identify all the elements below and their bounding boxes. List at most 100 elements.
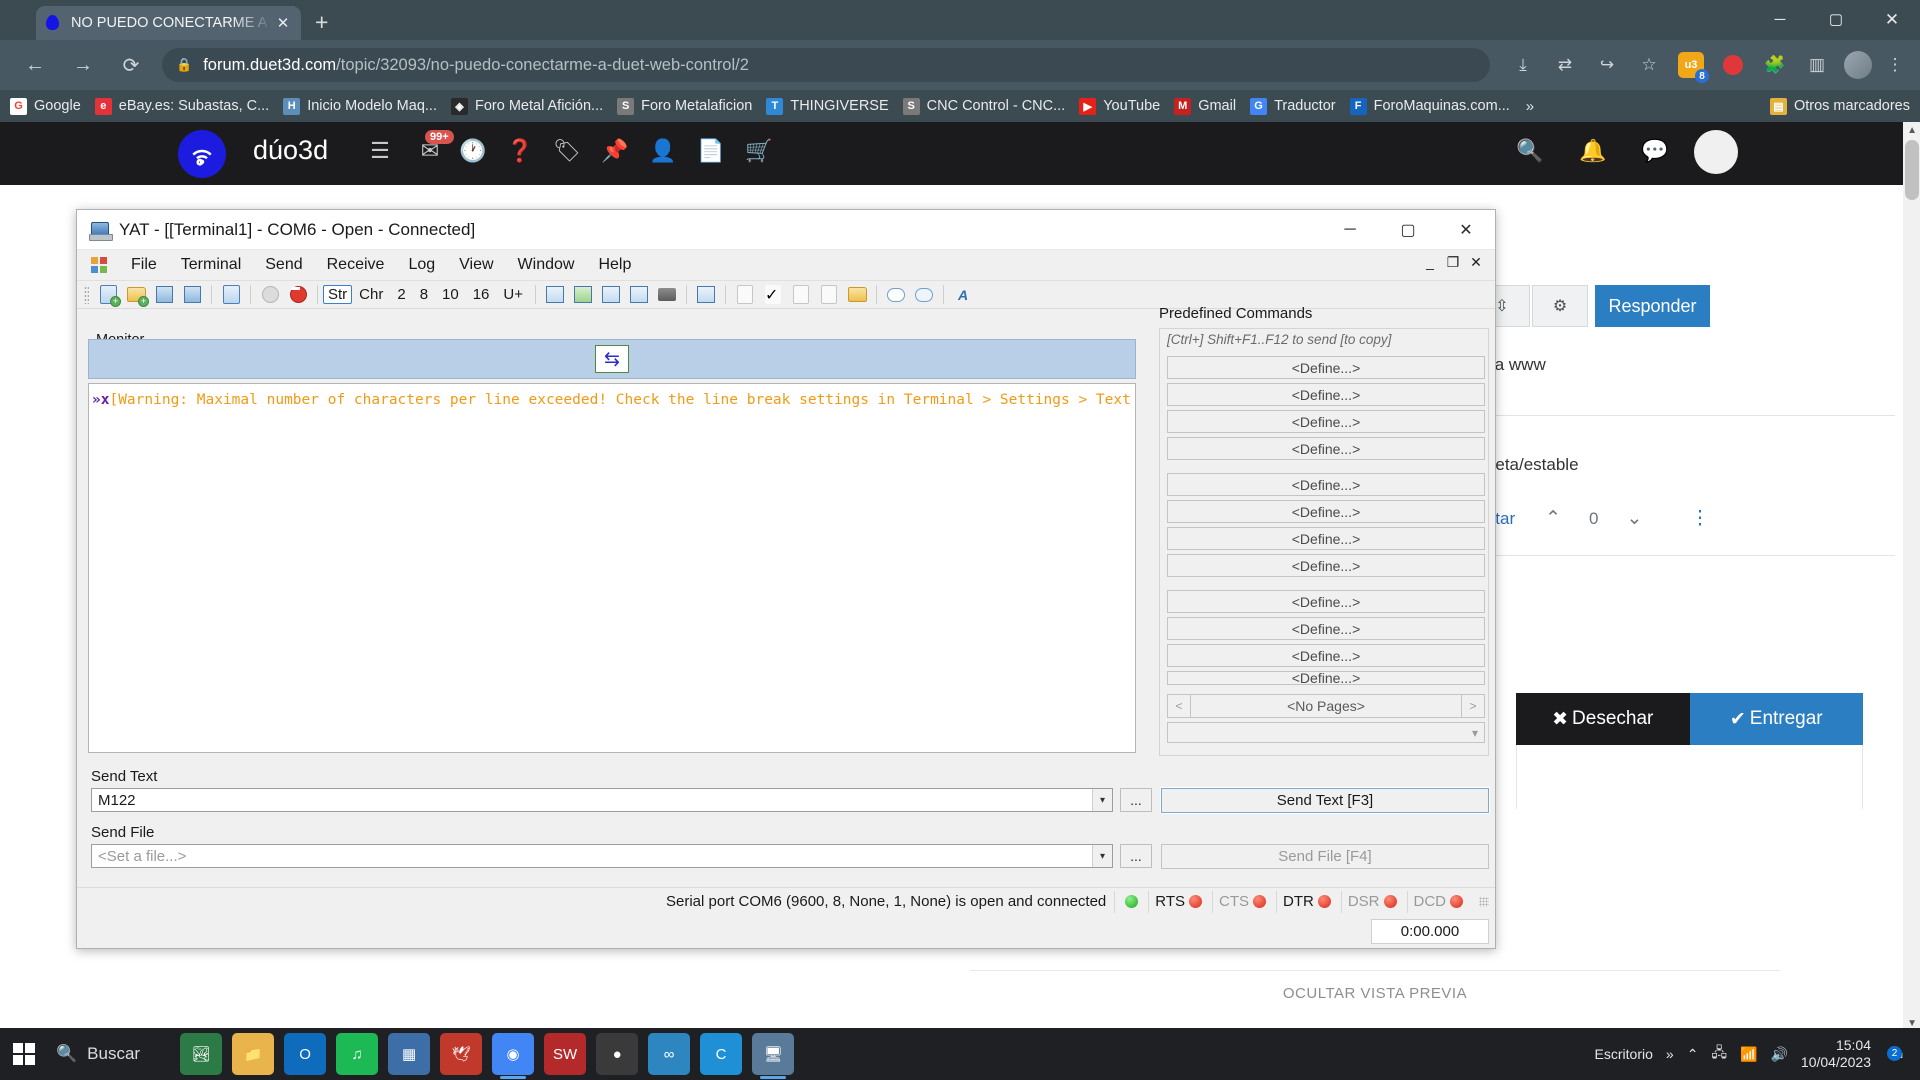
cart-icon[interactable]: 🛒 bbox=[744, 138, 774, 164]
media-app[interactable]: ● bbox=[596, 1033, 639, 1075]
calculator-app[interactable]: ▦ bbox=[388, 1033, 431, 1075]
menu-view[interactable]: View bbox=[447, 256, 505, 274]
predefined-button-10[interactable]: <Define...> bbox=[1167, 617, 1485, 640]
scroll-thumb[interactable] bbox=[1905, 140, 1919, 200]
mdi-minimize-button[interactable]: _ bbox=[1419, 254, 1441, 270]
radix-oct-button[interactable]: 8 bbox=[413, 286, 435, 303]
toolbar-grip[interactable] bbox=[84, 285, 89, 304]
taskbar-clock[interactable]: 15:04 10/04/2023 bbox=[1801, 1037, 1871, 1072]
user-avatar[interactable] bbox=[1694, 130, 1738, 174]
bookmark-item[interactable]: G Google bbox=[10, 97, 81, 115]
send-file-button[interactable]: Send File [F4] bbox=[1161, 844, 1489, 869]
send-text-input[interactable]: M122 ▾ bbox=[91, 788, 1113, 812]
browser-tab[interactable]: NO PUEDO CONECTARME A DUET ✕ bbox=[36, 6, 301, 40]
predefined-button-6[interactable]: <Define...> bbox=[1167, 500, 1485, 523]
post-more-icon[interactable]: ⋮ bbox=[1690, 507, 1709, 530]
menu-list-icon[interactable]: ☰ bbox=[365, 138, 395, 164]
notifications-bell-icon[interactable]: 🔔 bbox=[1578, 138, 1608, 164]
radix-hex-button[interactable]: 16 bbox=[466, 286, 497, 303]
send-file-dropdown-icon[interactable]: ▾ bbox=[1092, 845, 1112, 867]
menu-terminal[interactable]: Terminal bbox=[169, 256, 253, 274]
mdi-restore-button[interactable]: ❐ bbox=[1442, 254, 1464, 271]
tag-icon[interactable]: 🏷 bbox=[552, 138, 582, 164]
bookmark-item[interactable]: e eBay.es: Subastas, C... bbox=[94, 97, 269, 115]
record-extension-icon[interactable] bbox=[1714, 46, 1752, 84]
stop-icon[interactable] bbox=[285, 283, 311, 307]
send-file-browse-button[interactable]: ... bbox=[1120, 844, 1152, 868]
extension-badge-icon[interactable]: u3 8 bbox=[1672, 46, 1710, 84]
radix-char-button[interactable]: Chr bbox=[352, 286, 390, 303]
menu-send[interactable]: Send bbox=[253, 256, 314, 274]
bookmarks-overflow-icon[interactable]: » bbox=[1526, 98, 1534, 115]
chat-icon[interactable]: 💬 bbox=[1640, 138, 1670, 164]
solidworks-app[interactable]: SW bbox=[544, 1033, 587, 1075]
browser-maximize-button[interactable]: ▢ bbox=[1808, 0, 1864, 40]
profile-avatar[interactable] bbox=[1844, 51, 1872, 79]
tab-close-icon[interactable]: ✕ bbox=[273, 14, 293, 32]
chevron-up-icon[interactable]: ⌃ bbox=[1687, 1046, 1699, 1063]
open-terminal-icon[interactable]: + bbox=[123, 283, 149, 307]
link-app[interactable]: ∞ bbox=[648, 1033, 691, 1075]
menu-log[interactable]: Log bbox=[396, 256, 447, 274]
topic-settings-button[interactable]: ⚙ bbox=[1532, 285, 1588, 327]
puzzle-extensions-icon[interactable]: 🧩 bbox=[1756, 46, 1794, 84]
bookmark-item[interactable]: T THINGIVERSE bbox=[766, 97, 889, 115]
bookmark-item[interactable]: S CNC Control - CNC... bbox=[902, 97, 1065, 115]
print-icon[interactable] bbox=[654, 283, 680, 307]
outlook-app[interactable]: O bbox=[284, 1033, 327, 1075]
send-comment-icon[interactable] bbox=[911, 283, 937, 307]
bookmark-star-icon[interactable]: ☆ bbox=[1630, 46, 1668, 84]
bookmark-item[interactable]: G Traductor bbox=[1250, 97, 1336, 115]
yat-title-bar[interactable]: YAT - [[Terminal1] - COM6 - Open - Conne… bbox=[77, 210, 1495, 250]
send-file-input[interactable]: <Set a file...> ▾ bbox=[91, 844, 1113, 868]
bookmark-item[interactable]: ◈ Foro Metal Afición... bbox=[450, 97, 603, 115]
yat-app[interactable]: 🖥 bbox=[752, 1033, 795, 1079]
side-panel-icon[interactable]: ▥ bbox=[1798, 46, 1836, 84]
browser-minimize-button[interactable]: ─ bbox=[1752, 0, 1808, 40]
save-terminal-as-icon[interactable] bbox=[179, 283, 205, 307]
predefined-prev-page-button[interactable]: < bbox=[1167, 694, 1191, 718]
save-table-icon[interactable] bbox=[626, 283, 652, 307]
save-terminal-icon[interactable] bbox=[151, 283, 177, 307]
photos-app[interactable]: 🏞 bbox=[180, 1033, 223, 1075]
start-button[interactable] bbox=[0, 1028, 48, 1080]
menu-file[interactable]: File bbox=[119, 256, 169, 274]
font-icon[interactable]: A bbox=[950, 283, 976, 307]
hide-preview-bar[interactable]: OCULTAR VISTA PREVIA bbox=[970, 970, 1780, 1016]
status-dtr[interactable]: DTR bbox=[1276, 890, 1341, 913]
bookmark-item[interactable]: M Gmail bbox=[1174, 97, 1236, 115]
browser-close-button[interactable]: ✕ bbox=[1864, 0, 1920, 40]
network-icon[interactable]: 🖧 bbox=[1711, 1042, 1727, 1066]
forward-icon[interactable]: → bbox=[64, 46, 102, 84]
reply-button[interactable]: Responder bbox=[1595, 285, 1710, 327]
help-icon[interactable]: ❓ bbox=[505, 138, 535, 164]
radix-string-button[interactable]: Str bbox=[323, 285, 353, 304]
radix-unicode-button[interactable]: U+ bbox=[496, 286, 530, 303]
chrome-app[interactable]: ◉ bbox=[492, 1033, 535, 1079]
duet3d-logo-icon[interactable] bbox=[178, 130, 226, 178]
translate-icon[interactable]: ⇄ bbox=[1546, 46, 1584, 84]
spotify-app[interactable]: ♫ bbox=[336, 1033, 379, 1075]
vote-down-icon[interactable]: ⌄ bbox=[1627, 507, 1643, 530]
predefined-next-page-button[interactable]: > bbox=[1461, 694, 1485, 718]
predefined-button-12[interactable]: <Define...> bbox=[1167, 671, 1485, 685]
refresh-table-icon[interactable] bbox=[570, 283, 596, 307]
predefined-button-5[interactable]: <Define...> bbox=[1167, 473, 1485, 496]
page-scrollbar[interactable]: ▲ ▼ bbox=[1903, 122, 1920, 1032]
discard-button[interactable]: ✖ Desechar bbox=[1516, 693, 1690, 745]
doc-icon[interactable]: 📄 bbox=[696, 138, 726, 164]
search-icon[interactable]: 🔍 bbox=[1515, 138, 1545, 164]
download-icon[interactable]: ⤓ bbox=[1504, 46, 1542, 84]
find-icon[interactable] bbox=[693, 283, 719, 307]
menu-receive[interactable]: Receive bbox=[315, 256, 397, 274]
send-text-browse-button[interactable]: ... bbox=[1120, 788, 1152, 812]
predefined-button-7[interactable]: <Define...> bbox=[1167, 527, 1485, 550]
pin-icon[interactable]: 📌 bbox=[600, 138, 630, 164]
swap-direction-icon[interactable]: ⇆ bbox=[595, 345, 629, 373]
confirm-icon[interactable]: ✓ bbox=[760, 283, 786, 307]
bookmark-item[interactable]: F ForoMaquinas.com... bbox=[1349, 97, 1510, 115]
volume-icon[interactable]: 🔊 bbox=[1770, 1046, 1787, 1063]
menu-window[interactable]: Window bbox=[506, 256, 587, 274]
new-terminal-icon[interactable]: + bbox=[95, 283, 121, 307]
share-icon[interactable]: ↪ bbox=[1588, 46, 1626, 84]
